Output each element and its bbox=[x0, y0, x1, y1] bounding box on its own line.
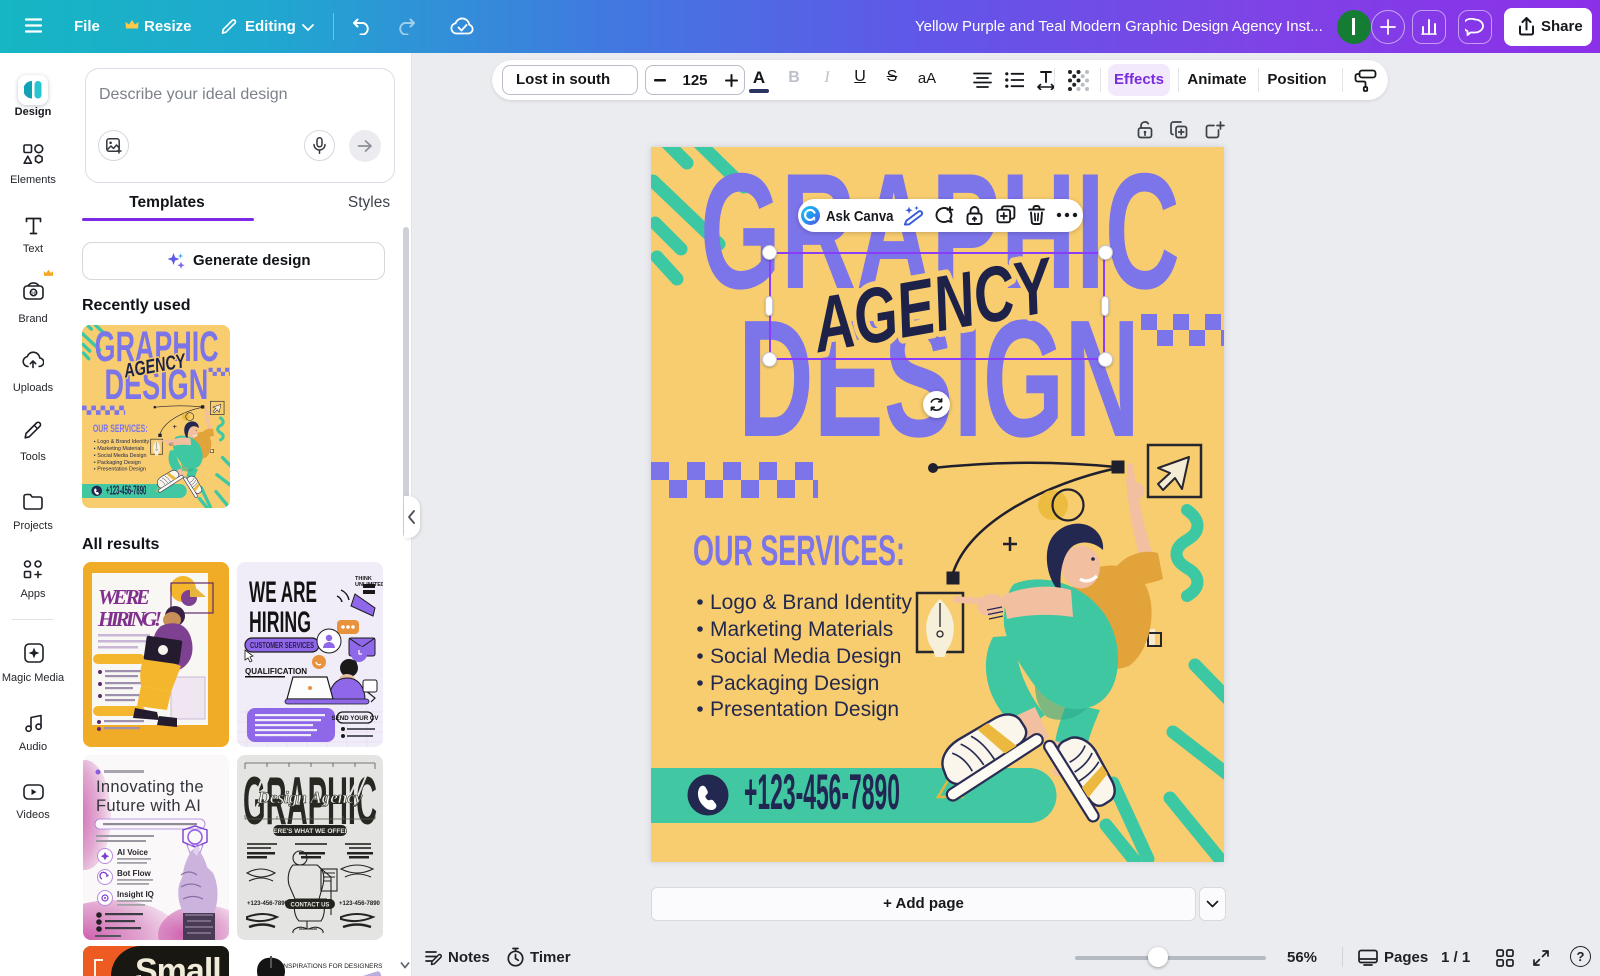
svg-text:CUSTOMER SERVICES: CUSTOMER SERVICES bbox=[250, 641, 314, 650]
svg-text:Small: Small bbox=[135, 952, 221, 976]
svg-text:WE ARE: WE ARE bbox=[249, 576, 317, 609]
svg-text:AI Voice: AI Voice bbox=[117, 848, 149, 857]
svg-text:+123-456-7890: +123-456-7890 bbox=[744, 764, 900, 820]
svg-text:Presentation Design: Presentation Design bbox=[710, 698, 899, 721]
svg-text:Social Media Design: Social Media Design bbox=[710, 645, 901, 668]
svg-text:Design Agency: Design Agency bbox=[257, 788, 363, 807]
svg-text:+123-456-7890: +123-456-7890 bbox=[339, 901, 381, 907]
svg-text:Marketing Materials: Marketing Materials bbox=[710, 618, 893, 641]
svg-text:CONTACT US: CONTACT US bbox=[291, 903, 330, 909]
svg-text:WE'RE: WE'RE bbox=[98, 585, 150, 609]
svg-text:HERE'S WHAT WE OFFER:: HERE'S WHAT WE OFFER: bbox=[268, 828, 351, 835]
svg-text:Logo & Brand Identity: Logo & Brand Identity bbox=[710, 591, 912, 614]
svg-text:QUALIFICATION: QUALIFICATION bbox=[245, 667, 307, 676]
svg-text:Insight IQ: Insight IQ bbox=[117, 890, 154, 899]
svg-text:UNLIMITED: UNLIMITED bbox=[355, 582, 383, 588]
svg-text:+123-456-7890: +123-456-7890 bbox=[247, 901, 289, 907]
svg-text:HIRING!: HIRING! bbox=[97, 607, 162, 631]
svg-text:HIRING: HIRING bbox=[249, 606, 311, 639]
svg-text:co: co bbox=[30, 291, 37, 297]
svg-text:Bot Flow: Bot Flow bbox=[117, 869, 152, 878]
svg-text:Future with AI: Future with AI bbox=[96, 797, 201, 815]
svg-text:Packaging Design: Packaging Design bbox=[710, 672, 879, 695]
svg-text:OUR SERVICES:: OUR SERVICES: bbox=[693, 528, 905, 575]
svg-text:SEND YOUR CV: SEND YOUR CV bbox=[332, 715, 380, 722]
svg-text:Innovating the: Innovating the bbox=[96, 778, 204, 796]
svg-text:(INSPIRATIONS FOR DESIGNERS): (INSPIRATIONS FOR DESIGNERS) bbox=[279, 963, 383, 970]
